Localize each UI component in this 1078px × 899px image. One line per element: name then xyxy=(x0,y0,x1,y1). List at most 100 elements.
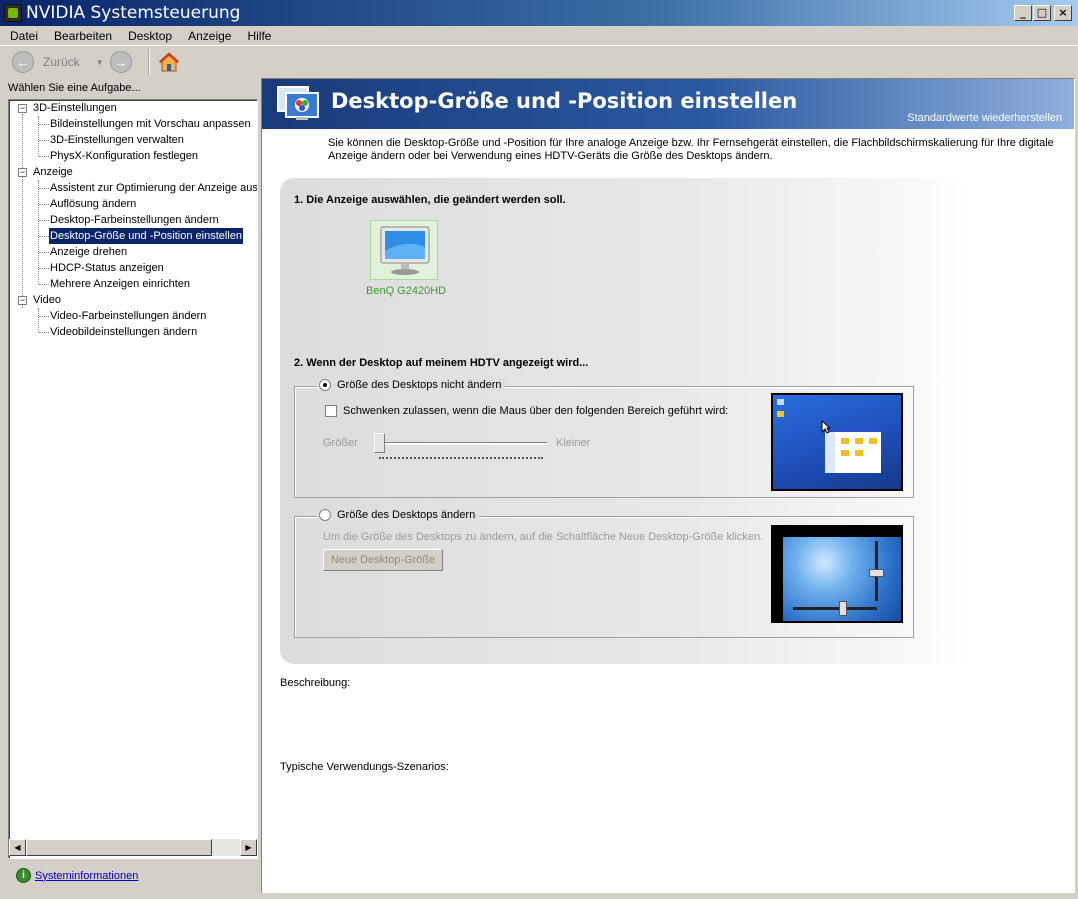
tree-item-farbeinstellungen[interactable]: Desktop-Farbeinstellungen ändern xyxy=(49,212,220,228)
back-dropdown-icon[interactable]: ▼ xyxy=(96,58,104,67)
display-tile[interactable] xyxy=(370,220,438,280)
tree-item-video-farbe[interactable]: Video-Farbeinstellungen ändern xyxy=(49,308,207,324)
description-label: Beschreibung: xyxy=(280,677,351,689)
option2-group: Größe des Desktops ändern Um die Größe d… xyxy=(294,509,914,638)
menu-desktop[interactable]: Desktop xyxy=(118,29,178,43)
step1-title: 1. Die Anzeige auswählen, die geändert w… xyxy=(294,194,566,206)
option1-radio[interactable] xyxy=(319,379,331,391)
option2-radio[interactable] xyxy=(319,509,331,521)
content-panel: Desktop-Größe und -Position einstellen S… xyxy=(261,78,1075,893)
collapse-icon[interactable]: − xyxy=(18,104,27,113)
tree-line xyxy=(39,268,49,269)
tree-line xyxy=(39,332,49,333)
tree-line xyxy=(39,124,49,125)
tree-item-assistent[interactable]: Assistent zur Optimierung der Anzeige au… xyxy=(49,180,257,196)
pan-checkbox-row[interactable]: Schwenken zulassen, wenn die Maus über d… xyxy=(325,405,728,417)
system-info: i Systeminformationen xyxy=(16,868,138,883)
pan-preview-image xyxy=(771,393,903,491)
window-title: NVIDIA Systemsteuerung xyxy=(26,3,241,23)
menu-anzeige[interactable]: Anzeige xyxy=(178,29,237,43)
menu-hilfe[interactable]: Hilfe xyxy=(237,29,277,43)
task-header: Wählen Sie eine Aufgabe... xyxy=(8,82,141,94)
tree-line xyxy=(39,236,49,237)
scroll-right-icon[interactable]: ▶ xyxy=(240,839,257,856)
tree-line xyxy=(39,252,49,253)
tree-group-video[interactable]: Video xyxy=(32,292,62,308)
restore-defaults-link[interactable]: Standardwerte wiederherstellen xyxy=(907,112,1062,124)
tree-line xyxy=(39,284,49,285)
back-arrow-icon[interactable]: ← xyxy=(12,51,34,73)
tree-item-3d-verwalten[interactable]: 3D-Einstellungen verwalten xyxy=(49,132,185,148)
vertical-slider-thumb xyxy=(869,569,884,577)
display-settings-icon xyxy=(276,85,322,123)
scenarios-label: Typische Verwendungs-Szenarios: xyxy=(280,761,449,773)
tree-line xyxy=(39,140,49,141)
new-desktop-size-button[interactable]: Neue Desktop-Größe xyxy=(323,549,443,571)
tree-line xyxy=(38,308,39,332)
tree-item-anzeige-drehen[interactable]: Anzeige drehen xyxy=(49,244,128,260)
tree-group-3d[interactable]: 3D-Einstellungen xyxy=(32,100,118,116)
size-slider-thumb[interactable] xyxy=(374,433,385,453)
resize-preview-image xyxy=(771,525,903,623)
display-name[interactable]: BenQ G2420HD xyxy=(366,285,446,297)
slider-min-label: Größer xyxy=(323,437,358,449)
tree-line xyxy=(39,188,49,189)
intro-text: Sie können die Desktop-Größe und -Positi… xyxy=(328,137,1054,162)
cursor-icon xyxy=(821,420,831,434)
tree-line xyxy=(39,220,49,221)
tree-item-hdcp[interactable]: HDCP-Status anzeigen xyxy=(49,260,165,276)
folder-icon xyxy=(777,411,784,417)
window-thumbnail xyxy=(825,427,881,473)
page-title: Desktop-Größe und -Position einstellen xyxy=(331,89,798,113)
collapse-icon[interactable]: − xyxy=(18,168,27,177)
slider-max-label: Kleiner xyxy=(556,437,591,449)
close-button[interactable]: × xyxy=(1054,5,1072,21)
option1-label[interactable]: Größe des Desktops nicht ändern xyxy=(337,379,501,391)
minimize-button[interactable]: _ xyxy=(1014,5,1032,21)
home-icon[interactable] xyxy=(158,51,180,73)
menu-bearbeiten[interactable]: Bearbeiten xyxy=(44,29,118,43)
scroll-thumb[interactable] xyxy=(26,839,212,856)
slider-ticks xyxy=(379,457,543,459)
forward-arrow-icon[interactable]: → xyxy=(109,51,132,73)
scroll-left-icon[interactable]: ◀ xyxy=(9,839,26,856)
option1-radio-row[interactable]: Größe des Desktops nicht ändern xyxy=(317,379,506,391)
monitor-icon xyxy=(380,226,430,275)
horizontal-slider-track xyxy=(793,607,877,610)
info-icon: i xyxy=(16,868,31,883)
option1-group: Größe des Desktops nicht ändern Schwenke… xyxy=(294,379,914,498)
tree-group-anzeige[interactable]: Anzeige xyxy=(32,164,74,180)
tree-item-videobild[interactable]: Videobildeinstellungen ändern xyxy=(49,324,198,340)
toolbar: ← Zurück ▼ → xyxy=(0,45,1078,78)
tree-item-bildeinstellungen[interactable]: Bildeinstellungen mit Vorschau anpassen xyxy=(49,116,252,132)
menu-datei[interactable]: Datei xyxy=(0,29,44,43)
page-banner: Desktop-Größe und -Position einstellen S… xyxy=(262,79,1074,129)
step2-title: 2. Wenn der Desktop auf meinem HDTV ange… xyxy=(294,357,589,369)
toolbar-separator xyxy=(147,49,150,75)
pan-checkbox-label[interactable]: Schwenken zulassen, wenn die Maus über d… xyxy=(343,405,728,417)
size-slider-track[interactable] xyxy=(379,442,547,445)
tree-line xyxy=(22,114,23,308)
tree-item-aufloesung[interactable]: Auflösung ändern xyxy=(49,196,137,212)
collapse-icon[interactable]: − xyxy=(18,296,27,305)
tree-item-physx[interactable]: PhysX-Konfiguration festlegen xyxy=(49,148,199,164)
tree-line xyxy=(39,204,49,205)
task-tree[interactable]: − 3D-Einstellungen Bildeinstellungen mit… xyxy=(8,99,258,859)
back-label[interactable]: Zurück xyxy=(43,55,80,69)
horizontal-slider-thumb xyxy=(839,601,847,616)
option2-label[interactable]: Größe des Desktops ändern xyxy=(337,509,475,521)
settings-panel: 1. Die Anzeige auswählen, die geändert w… xyxy=(280,178,970,664)
tree-line xyxy=(39,156,49,157)
title-bar: NVIDIA Systemsteuerung _ □ × xyxy=(0,0,1078,26)
nvidia-app-icon xyxy=(4,4,22,22)
tree-item-mehrere-anzeigen[interactable]: Mehrere Anzeigen einrichten xyxy=(49,276,191,292)
tree-item-desktop-groesse[interactable]: Desktop-Größe und -Position einstellen xyxy=(49,228,243,244)
maximize-button[interactable]: □ xyxy=(1033,5,1051,21)
tree-horizontal-scrollbar[interactable]: ◀ ▶ xyxy=(9,839,257,856)
tree-line xyxy=(38,116,39,156)
desktop-icon xyxy=(777,399,784,405)
menu-bar: Datei Bearbeiten Desktop Anzeige Hilfe xyxy=(0,26,1078,45)
option2-radio-row[interactable]: Größe des Desktops ändern xyxy=(317,509,480,521)
system-info-link[interactable]: Systeminformationen xyxy=(35,870,138,882)
pan-checkbox[interactable] xyxy=(325,405,337,417)
